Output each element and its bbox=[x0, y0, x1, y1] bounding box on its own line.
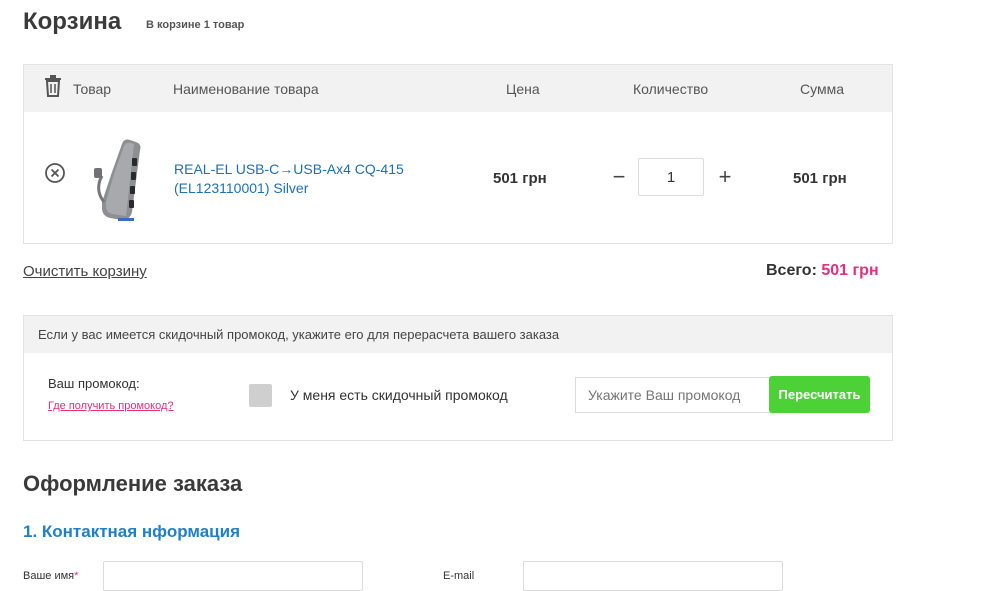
checkout-title: Оформление заказа bbox=[23, 471, 243, 496]
promo-header-text: Если у вас имеется скидочный промокод, у… bbox=[38, 327, 560, 342]
promo-help-link[interactable]: Где получить промокод? bbox=[48, 400, 174, 412]
plus-icon[interactable]: + bbox=[716, 166, 734, 188]
cart-table: Товар Наименование товара Цена Количеств… bbox=[23, 64, 893, 244]
col-sum: Сумма bbox=[800, 81, 844, 97]
cart-item-row: REAL-EL USB-C→USB-Ax4 CQ-415 (EL12311000… bbox=[24, 112, 892, 243]
name-label-text: Ваше имя bbox=[23, 570, 75, 582]
item-sum: 501 грн bbox=[793, 170, 847, 187]
email-input[interactable] bbox=[523, 561, 783, 591]
promo-header: Если у вас имеется скидочный промокод, у… bbox=[24, 316, 892, 353]
clear-cart-link[interactable]: Очистить корзину bbox=[23, 263, 147, 280]
cart-total: Всего: 501 грн bbox=[766, 262, 879, 280]
remove-circle-icon[interactable] bbox=[44, 162, 66, 184]
minus-icon[interactable]: − bbox=[610, 166, 628, 188]
page-title: Корзина bbox=[23, 8, 122, 35]
promo-box: Если у вас имеется скидочный промокод, у… bbox=[23, 315, 893, 441]
col-product: Товар bbox=[73, 81, 112, 97]
promo-checkbox-label[interactable]: У меня есть скидочный промокод bbox=[290, 387, 508, 403]
cart-table-header: Товар Наименование товара Цена Количеств… bbox=[24, 65, 892, 112]
quantity-input[interactable]: 1 bbox=[638, 158, 704, 196]
recalculate-button[interactable]: Пересчитать bbox=[769, 376, 870, 413]
product-image[interactable] bbox=[92, 132, 150, 228]
contact-section-title: 1. Контактная нформация bbox=[23, 522, 240, 541]
trash-icon[interactable] bbox=[44, 75, 62, 97]
col-price: Цена bbox=[506, 81, 540, 97]
name-field-label: Ваше имя* bbox=[23, 570, 78, 582]
promo-checkbox[interactable] bbox=[249, 384, 272, 407]
total-label: Всего: bbox=[766, 262, 817, 279]
name-input[interactable] bbox=[103, 561, 363, 591]
promo-code-input[interactable] bbox=[575, 377, 771, 413]
col-qty: Количество bbox=[633, 81, 709, 97]
col-name: Наименование товара bbox=[173, 81, 319, 97]
total-value: 501 грн bbox=[821, 262, 879, 279]
cart-count: В корзине 1 товар bbox=[146, 19, 245, 31]
promo-label: Ваш промокод: bbox=[48, 376, 140, 391]
item-price: 501 грн bbox=[493, 170, 547, 187]
required-mark: * bbox=[74, 570, 79, 582]
product-name-link[interactable]: REAL-EL USB-C→USB-Ax4 CQ-415 (EL12311000… bbox=[174, 160, 434, 198]
email-field-label: E-mail bbox=[443, 570, 475, 582]
